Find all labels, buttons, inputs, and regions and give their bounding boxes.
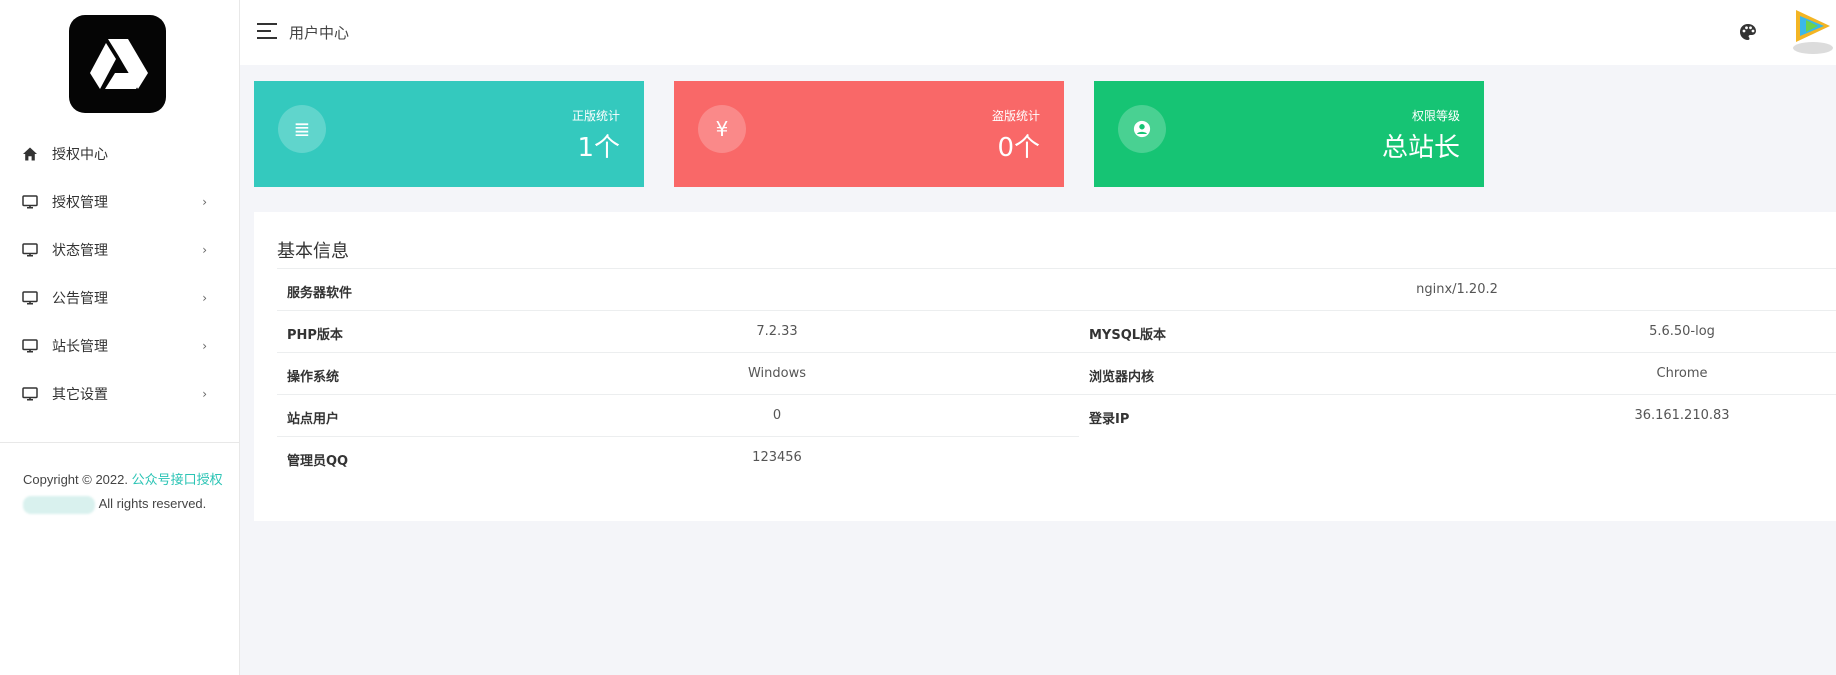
stat-value: 0个 [997, 133, 1040, 163]
sidebar-item-label: 站长管理 [52, 339, 108, 355]
home-icon [22, 146, 38, 162]
sidebar-item-label: 其它设置 [52, 387, 108, 403]
drive-logo-icon[interactable] [69, 15, 166, 113]
sidebar-divider [0, 442, 239, 443]
stat-label: 盗版统计 [991, 109, 1040, 123]
sidebar-item-other-settings[interactable]: 其它设置 › [0, 370, 239, 418]
sidebar-item-auth-center[interactable]: 授权中心 [0, 130, 239, 178]
copyright-link[interactable]: 公众号接口授权 [132, 472, 223, 487]
redacted-text [23, 495, 95, 514]
list-icon: ≣ [278, 105, 326, 153]
copyright-prefix: Copyright © 2022. [23, 472, 128, 487]
monitor-icon [22, 242, 38, 258]
palette-icon[interactable] [1738, 22, 1758, 42]
sidebar-item-label: 授权管理 [52, 195, 108, 211]
stat-card-genuine: ≣ 正版统计 1个 [254, 81, 644, 187]
info-value: Windows [747, 366, 807, 381]
monitor-icon [22, 386, 38, 402]
info-key: MYSQL版本 [1089, 328, 1167, 343]
basic-info-panel: 基本信息 服务器软件 nginx/1.20.2 PHP版本 7.2.33 MYS… [254, 212, 1836, 521]
menu-toggle-icon[interactable] [257, 23, 277, 39]
copyright: Copyright © 2022. 公众号接口授权 All rights res… [23, 468, 223, 516]
avatar-icon[interactable] [1790, 8, 1836, 56]
info-value: 36.161.210.83 [1634, 408, 1730, 423]
info-key: 服务器软件 [287, 286, 353, 301]
info-value: 0 [772, 408, 782, 423]
drive-logo-shape [89, 39, 148, 89]
user-circle-icon [1118, 105, 1166, 153]
info-row-server-software: 服务器软件 nginx/1.20.2 [277, 268, 1836, 310]
sidebar-item-status-manage[interactable]: 状态管理 › [0, 226, 239, 274]
monitor-icon [22, 290, 38, 306]
stat-card-pirated: ¥ 盗版统计 0个 [674, 81, 1064, 187]
monitor-icon [22, 338, 38, 354]
info-key: 管理员QQ [287, 454, 349, 469]
yen-icon: ¥ [698, 105, 746, 153]
sidebar-item-label: 状态管理 [52, 243, 108, 259]
info-value: Chrome [1656, 366, 1708, 381]
info-key: 浏览器内核 [1089, 370, 1155, 385]
chevron-right-icon: › [202, 243, 207, 257]
info-value: 123456 [752, 450, 802, 465]
sidebar-item-notice-manage[interactable]: 公告管理 › [0, 274, 239, 322]
stat-card-permission: 权限等级 总站长 [1094, 81, 1484, 187]
chevron-right-icon: › [202, 291, 207, 305]
info-row-php-version: PHP版本 7.2.33 [277, 310, 1079, 352]
info-row-admin-qq: 管理员QQ 123456 [277, 436, 1079, 478]
sidebar-item-label: 公告管理 [52, 291, 108, 307]
monitor-icon [22, 194, 38, 210]
info-row-login-ip: 登录IP 36.161.210.83 [1079, 394, 1836, 436]
top-header: 用户中心 [240, 0, 1836, 65]
copyright-suffix: All rights reserved. [98, 496, 207, 511]
stat-value: 1个 [577, 133, 620, 163]
info-row-mysql-version: MYSQL版本 5.6.50-log [1079, 310, 1836, 352]
sidebar-item-webmaster-manage[interactable]: 站长管理 › [0, 322, 239, 370]
chevron-right-icon: › [202, 339, 207, 353]
info-key: PHP版本 [287, 328, 343, 343]
panel-title: 基本信息 [277, 241, 349, 262]
stat-label: 权限等级 [1411, 109, 1460, 123]
stat-value: 总站长 [1381, 133, 1460, 163]
info-row-site-users: 站点用户 0 [277, 394, 1079, 436]
sidebar-item-label: 授权中心 [52, 147, 108, 163]
info-row-browser-engine: 浏览器内核 Chrome [1079, 352, 1836, 394]
stat-label: 正版统计 [571, 109, 620, 123]
info-row-os: 操作系统 Windows [277, 352, 1079, 394]
sidebar: 授权中心 授权管理 › 状态管理 › 公告管理 › 站长管理 › 其它设置 › … [0, 0, 240, 675]
info-key: 登录IP [1089, 412, 1130, 427]
chevron-right-icon: › [202, 387, 207, 401]
sidebar-nav: 授权中心 授权管理 › 状态管理 › 公告管理 › 站长管理 › 其它设置 › [0, 130, 239, 418]
info-value: nginx/1.20.2 [1416, 282, 1498, 297]
info-key: 操作系统 [287, 370, 340, 385]
sidebar-item-auth-manage[interactable]: 授权管理 › [0, 178, 239, 226]
page-title: 用户中心 [289, 24, 350, 42]
chevron-right-icon: › [202, 195, 207, 209]
info-key: 站点用户 [287, 412, 340, 427]
info-value: 5.6.50-log [1649, 324, 1715, 339]
info-value: 7.2.33 [756, 324, 798, 339]
